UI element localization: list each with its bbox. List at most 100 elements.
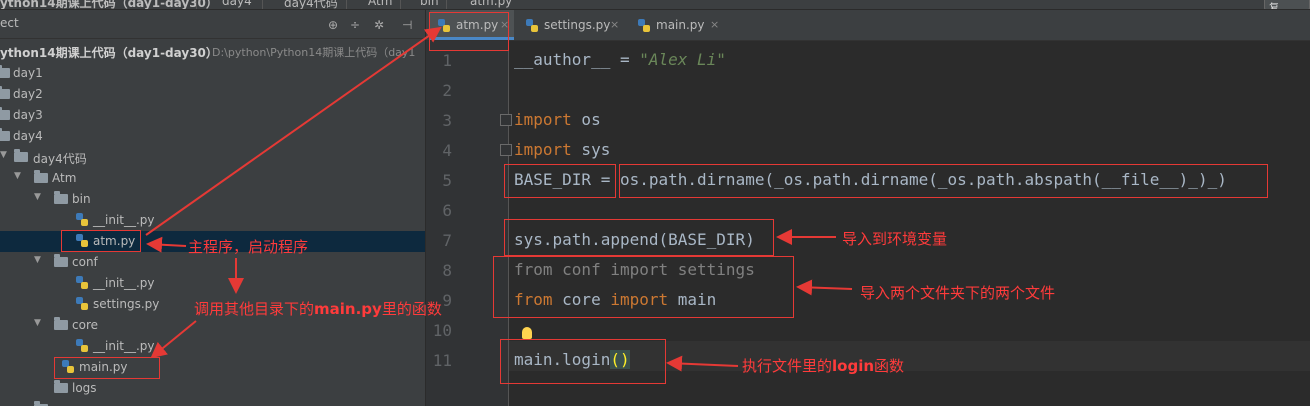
- code-token: main: [668, 290, 717, 309]
- editor: atm.py × settings.py × main.py × 1 2 3 4…: [426, 10, 1310, 406]
- annotation-main-program: 主程序，启动程序: [188, 238, 309, 256]
- code-token: sys.path.append(BASE_DIR): [514, 230, 755, 249]
- tree-item-label: day4代码: [33, 152, 87, 166]
- annotation-import-two: 导入两个文件夹下的两个文件: [860, 284, 1056, 302]
- python-file-icon: [638, 19, 650, 32]
- folder-icon: [0, 65, 10, 78]
- collapse-icon[interactable]: ÷: [350, 19, 360, 31]
- python-file-icon: [438, 19, 450, 32]
- tree-item-label: conf: [72, 255, 98, 269]
- python-file-icon: [76, 234, 88, 247]
- code-line-3[interactable]: import os: [514, 110, 601, 129]
- project-panel-header: ect ⊕ ÷ ✲ ⊣: [0, 10, 425, 39]
- project-view-selector[interactable]: ect: [0, 16, 19, 30]
- code-line-1[interactable]: __author__ = "Alex Li": [514, 50, 726, 69]
- line-number: 7: [442, 231, 452, 250]
- code-line-11[interactable]: main.login(): [514, 350, 630, 369]
- code-line-8[interactable]: from conf import settings: [514, 260, 755, 279]
- chevron-down-icon[interactable]: ▼: [34, 318, 41, 328]
- tree-item-label: bin: [72, 192, 91, 206]
- tree-item-label: day4: [13, 129, 43, 143]
- tree-item-partial[interactable]: [0, 399, 425, 406]
- breadcrumb-bin[interactable]: bin: [420, 0, 439, 8]
- code-token: sys: [571, 140, 611, 159]
- chevron-down-icon[interactable]: ▼: [0, 150, 7, 160]
- tab-settings-py[interactable]: settings.py ×: [518, 10, 626, 40]
- tree-root-path: D:\python\Python14期课上代码（day1: [212, 46, 416, 59]
- tree-item-label: main.py: [79, 360, 128, 374]
- line-number: 10: [432, 321, 452, 340]
- tab-label: settings.py: [544, 18, 611, 32]
- annotation-exec-login: 执行文件里的login函数: [742, 355, 904, 376]
- annotation-text: 函数: [874, 357, 905, 375]
- chevron-down-icon[interactable]: ▼: [34, 255, 41, 265]
- code-token: =: [591, 170, 620, 189]
- navigation-bar: ython14期课上代码（day1-day30） day4 day4代码 Atm…: [0, 0, 1310, 10]
- annotation-text: 调用其他目录下的: [194, 300, 315, 318]
- tree-item-bin[interactable]: ▼ bin: [0, 189, 425, 210]
- breadcrumb-project[interactable]: ython14期课上代码（day1-day30）: [0, 0, 218, 9]
- tree-item-atm[interactable]: ▼ Atm: [0, 168, 425, 189]
- annotation-text: 里的函数: [381, 300, 442, 318]
- tree-item-label: day3: [13, 108, 43, 122]
- breadcrumb-day4[interactable]: day4: [222, 0, 252, 8]
- tree-root-label: ython14期课上代码（day1-day30）: [0, 46, 218, 60]
- folder-icon: [54, 254, 68, 267]
- tree-item-label: day1: [13, 66, 43, 80]
- folder-icon: [0, 86, 10, 99]
- tree-item-day4[interactable]: day4: [0, 126, 425, 147]
- tree-root[interactable]: ython14期课上代码（day1-day30） D:\python\Pytho…: [0, 41, 425, 62]
- code-line-7[interactable]: sys.path.append(BASE_DIR): [514, 230, 755, 249]
- folder-icon: [54, 317, 68, 330]
- tree-item-label: Atm: [52, 171, 77, 185]
- tree-item-conf-init[interactable]: __init__.py: [0, 273, 425, 294]
- tree-item-core-init[interactable]: __init__.py: [0, 336, 425, 357]
- annotation-text: 执行文件里的: [742, 357, 833, 375]
- fold-marker-icon[interactable]: [500, 144, 512, 156]
- breadcrumb-atm[interactable]: Atm: [368, 0, 392, 8]
- annotation-bold: main.py: [314, 300, 382, 318]
- settings-icon[interactable]: ⊕: [328, 19, 338, 31]
- close-icon[interactable]: ×: [710, 18, 719, 31]
- folder-icon: [0, 107, 10, 120]
- code-token: from conf import settings: [514, 260, 755, 279]
- code-line-5[interactable]: BASE_DIR = os.path.dirname(_os.path.dirn…: [514, 170, 1227, 189]
- close-icon[interactable]: ×: [500, 18, 509, 31]
- tree-item-bin-init[interactable]: __init__.py: [0, 210, 425, 231]
- fold-marker-icon[interactable]: [500, 114, 512, 126]
- tree-item-logs[interactable]: logs: [0, 378, 425, 399]
- chevron-down-icon[interactable]: ▼: [14, 171, 21, 181]
- tree-item-day1[interactable]: day1: [0, 63, 425, 84]
- run-config-dropdown[interactable]: 复: [1264, 0, 1310, 9]
- tree-item-label: day2: [13, 87, 43, 101]
- lightbulb-icon[interactable]: [522, 327, 532, 339]
- code-token: os.path.dirname(_os.path.dirname(_os.pat…: [619, 170, 1227, 189]
- code-line-9[interactable]: from core import main: [514, 290, 716, 309]
- line-gutter: 1 2 3 4 5 6 7 8 9 10 11: [426, 41, 512, 406]
- code-keyword: import: [514, 140, 572, 159]
- code-keyword: import: [514, 110, 572, 129]
- editor-tabs: atm.py × settings.py × main.py ×: [426, 10, 1310, 41]
- code-token: os: [571, 110, 601, 129]
- chevron-down-icon[interactable]: ▼: [34, 192, 41, 202]
- tree-item-label: __init__.py: [93, 213, 155, 227]
- close-icon[interactable]: ×: [610, 18, 619, 31]
- folder-icon: [54, 191, 68, 204]
- tree-item-day4-code[interactable]: ▼ day4代码: [0, 147, 425, 168]
- gear-icon[interactable]: ✲: [374, 19, 384, 31]
- line-number: 5: [442, 171, 452, 190]
- tree-item-label: atm.py: [93, 234, 136, 248]
- tab-label: main.py: [656, 18, 705, 32]
- line-number: 3: [442, 111, 452, 130]
- breadcrumb-file[interactable]: atm.py: [470, 0, 512, 8]
- hide-icon[interactable]: ⊣: [402, 19, 412, 31]
- tree-item-main-py[interactable]: main.py: [0, 357, 425, 378]
- line-number: 6: [442, 201, 452, 220]
- tree-item-day3[interactable]: day3: [0, 105, 425, 126]
- tab-main-py[interactable]: main.py ×: [630, 10, 726, 40]
- line-number: 11: [432, 351, 452, 370]
- tree-item-day2[interactable]: day2: [0, 84, 425, 105]
- code-line-4[interactable]: import sys: [514, 140, 610, 159]
- tab-atm-py[interactable]: atm.py ×: [430, 10, 514, 40]
- breadcrumb-day4-code[interactable]: day4代码: [284, 0, 338, 9]
